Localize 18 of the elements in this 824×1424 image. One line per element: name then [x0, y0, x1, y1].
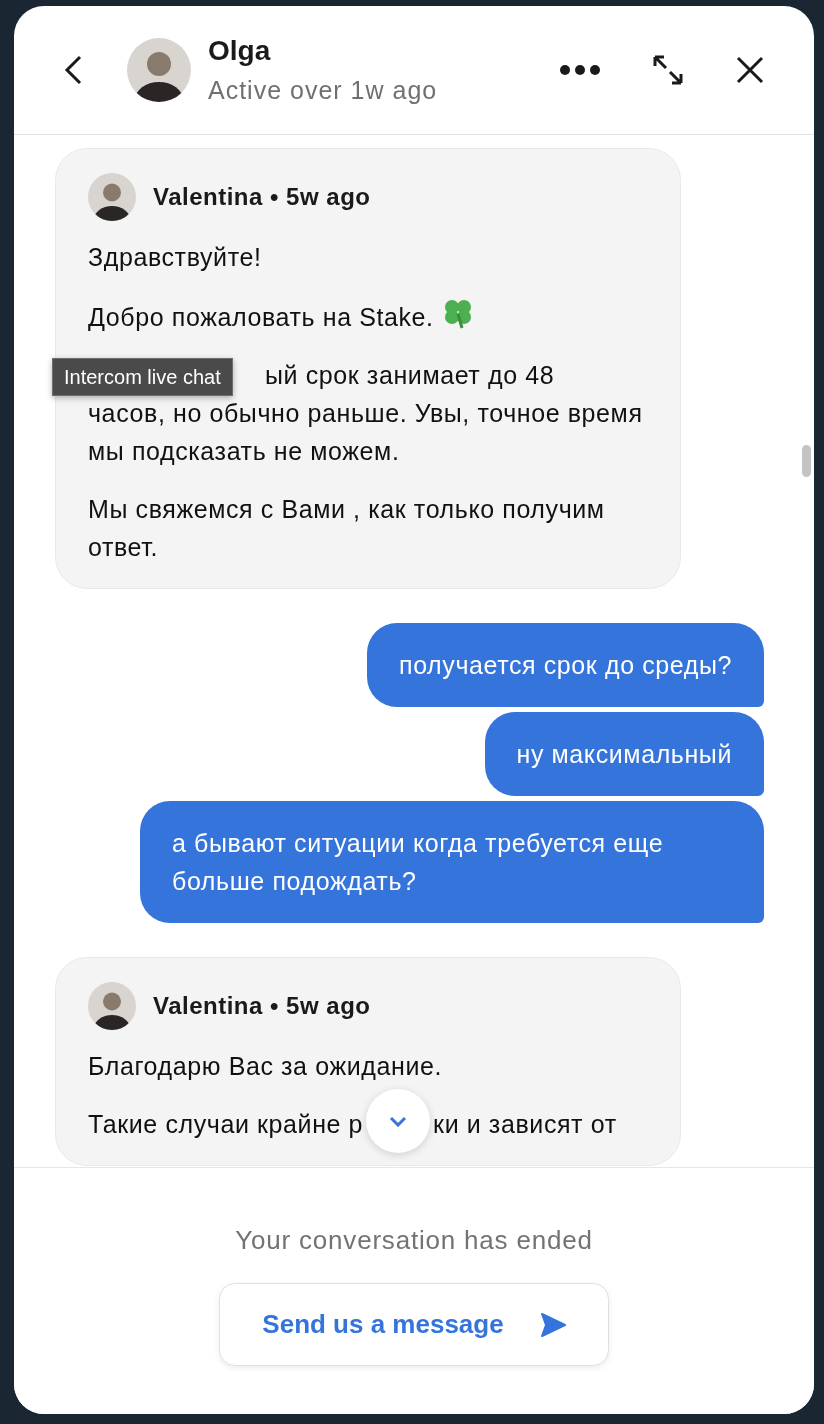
send-message-button[interactable]: Send us a message	[219, 1283, 609, 1366]
message-text: часов, но обычно раньше. Увы, точное время мы подсказать не можем.	[88, 398, 644, 467]
message-bubble: получается срок до среды?	[367, 623, 764, 707]
message-author: Valentina • 5w ago	[153, 992, 371, 1020]
message-text: Здравствуйте!	[88, 242, 263, 273]
conversation-ended-notice: Your conversation has ended	[235, 1224, 593, 1256]
message-bubble: ну максимальный	[484, 712, 764, 796]
message-author: Valentina • 5w ago	[153, 183, 371, 211]
contact-name: Olga	[208, 34, 272, 68]
message-text: ки и зависят от	[433, 1109, 617, 1140]
message-text: ый срок занимает до 48	[265, 360, 555, 391]
message-bubble: а бывают ситуации когда требуется еще больше подождать?	[140, 801, 764, 923]
tooltip: Intercom live chat	[52, 358, 233, 396]
contact-status: Active over 1w ago	[208, 75, 439, 106]
message-text: Такие случаи крайне р	[88, 1109, 364, 1140]
message-text: Добро пожаловать на Stake.	[88, 303, 434, 331]
message-text: Мы свяжемся с Вами , как только получим ответ.	[88, 494, 606, 563]
message-text: Благодарю Вас за ожидание.	[88, 1051, 443, 1082]
